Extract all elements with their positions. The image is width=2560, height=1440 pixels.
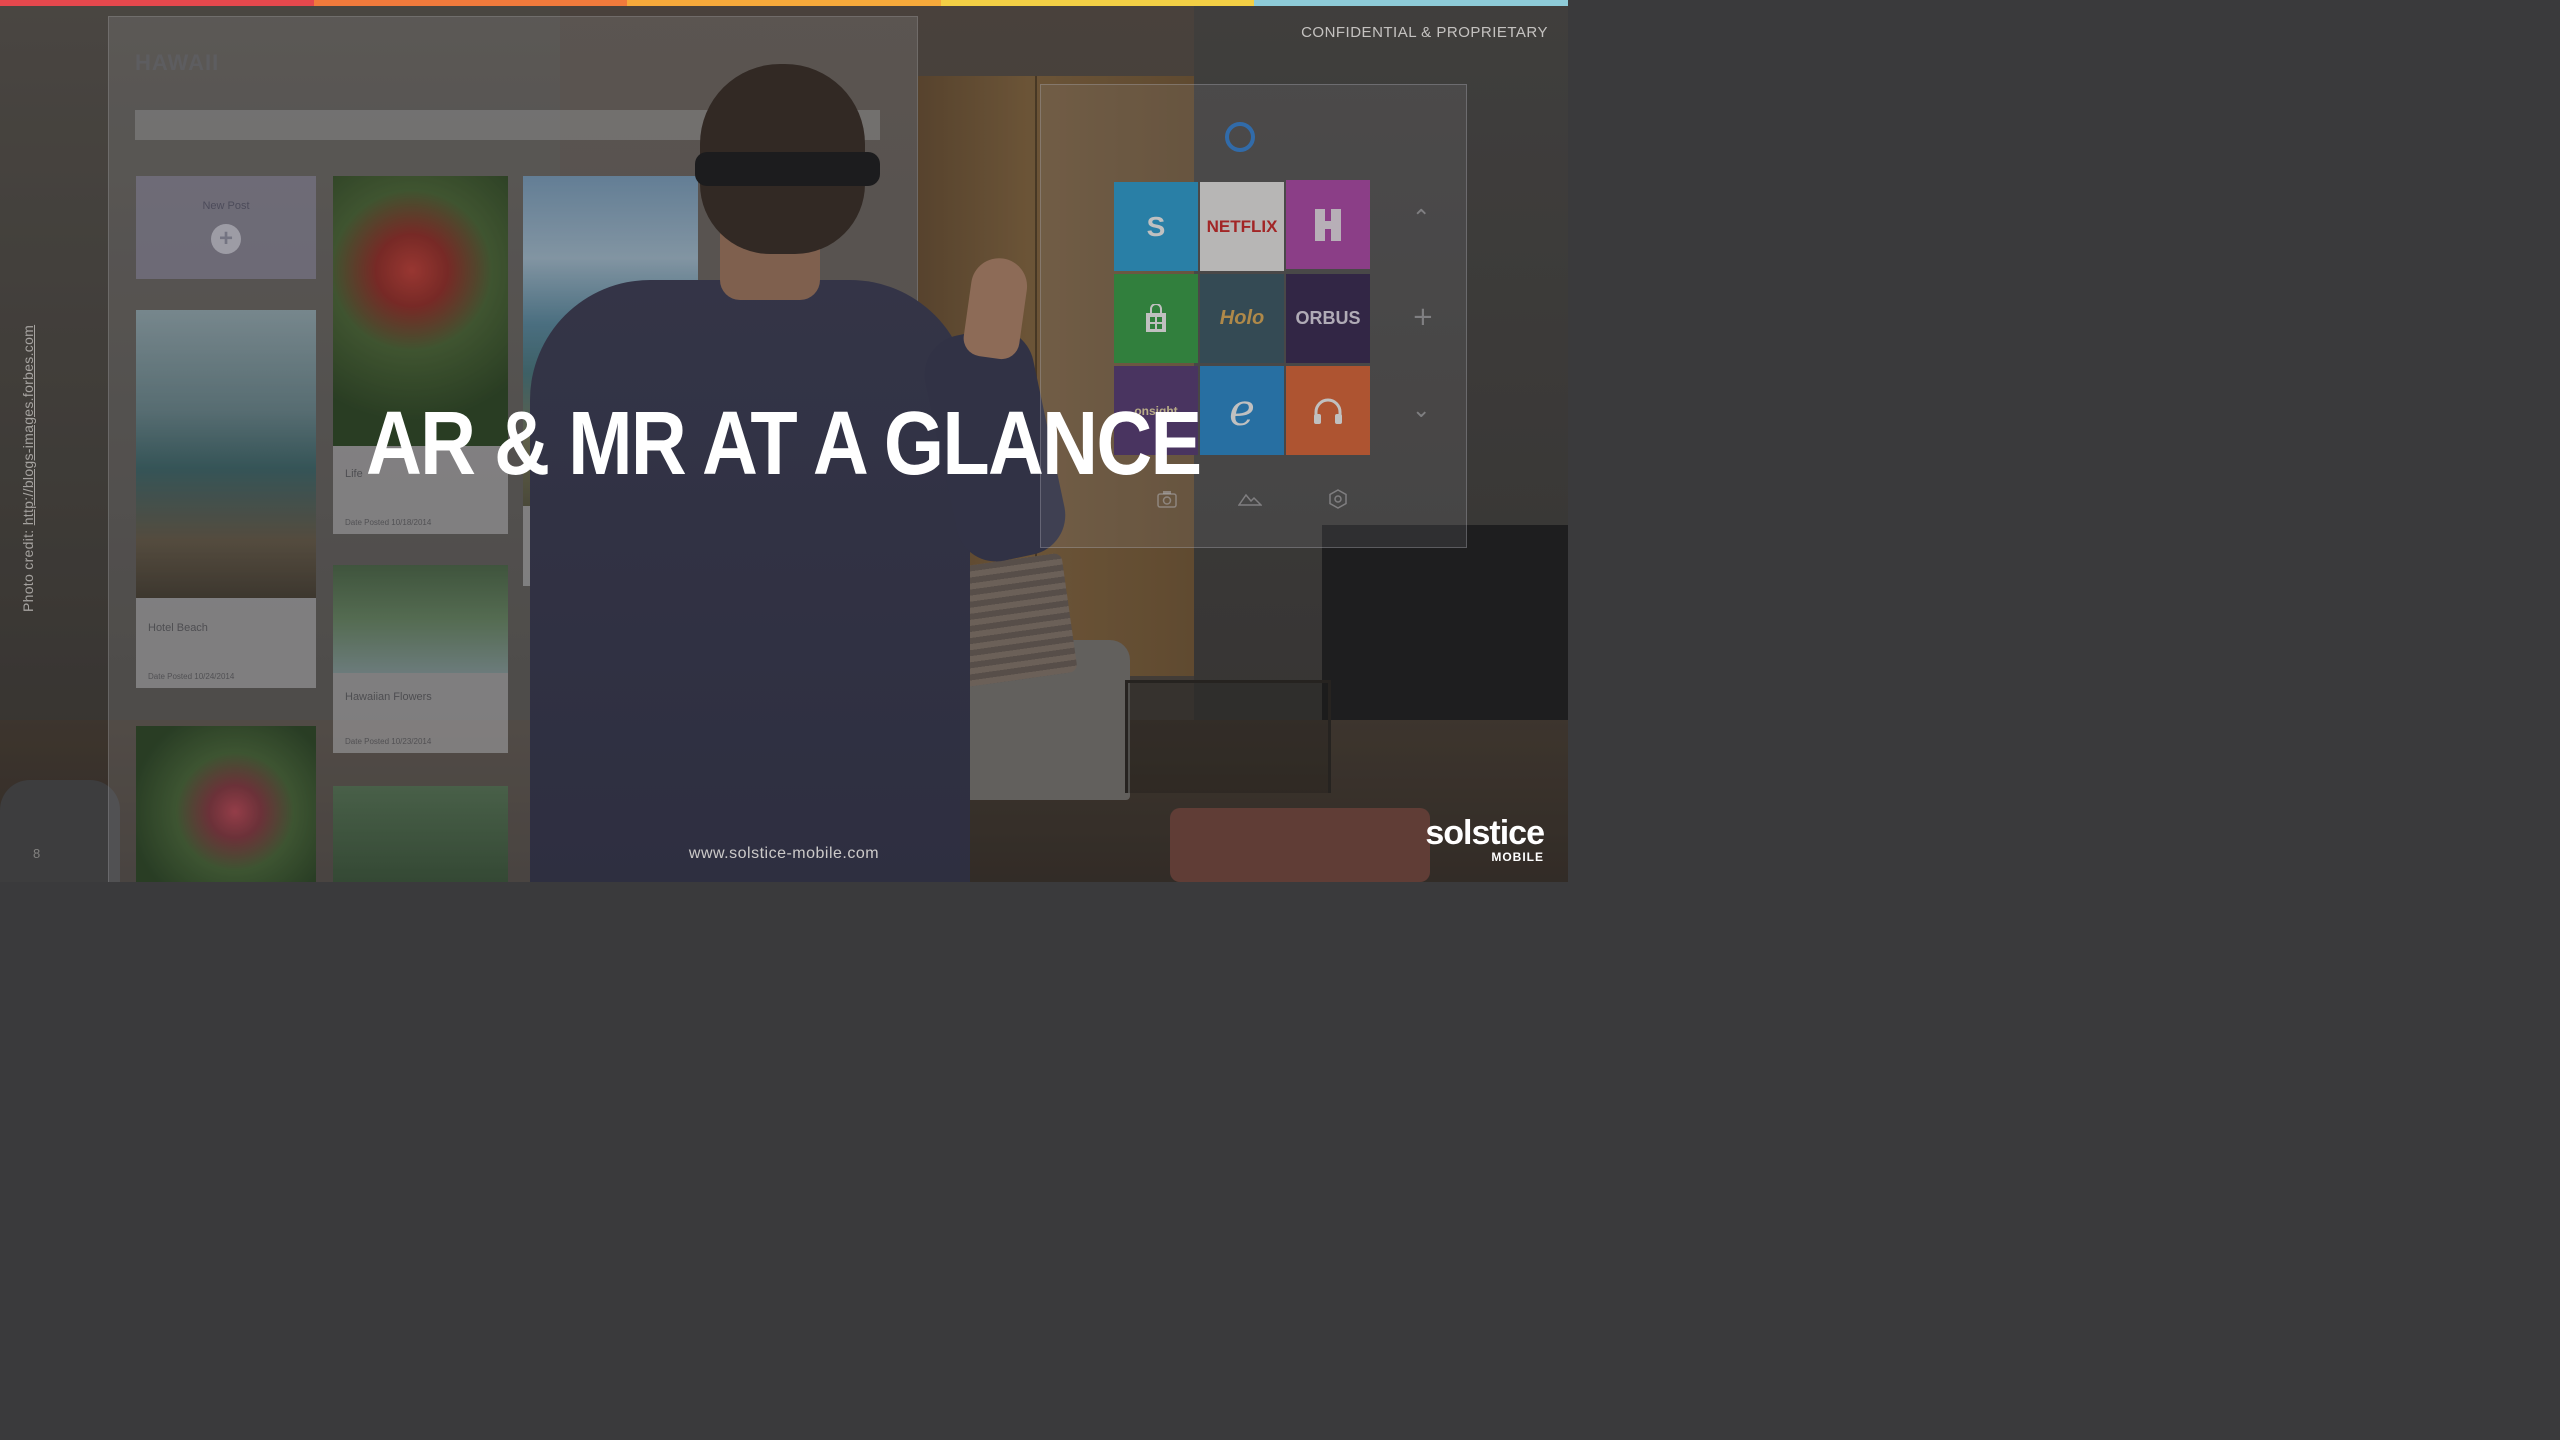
stripe-yellow	[940, 0, 1255, 6]
solstice-logo: solstice MOBILE	[1425, 814, 1545, 864]
footer-url: www.solstice-mobile.com	[688, 845, 880, 862]
top-color-stripe	[0, 0, 1568, 6]
confidential-label: CONFIDENTIAL & PROPRIETARY	[1301, 24, 1548, 41]
stripe-teal	[1254, 0, 1568, 6]
stripe-amber	[627, 0, 941, 6]
logo-sub: MOBILE	[1491, 850, 1544, 864]
slide-title: AR & MR AT A GLANCE	[366, 394, 1202, 494]
logo-word: solstice	[1425, 814, 1545, 852]
stripe-red	[0, 0, 314, 6]
photo-credit-link[interactable]: http://blogs-images.forbes.com	[20, 325, 36, 525]
photo-credit-prefix: Photo credit:	[20, 525, 36, 613]
stripe-orange	[313, 0, 628, 6]
photo-credit: Photo credit: http://blogs-images.forbes…	[20, 325, 36, 612]
